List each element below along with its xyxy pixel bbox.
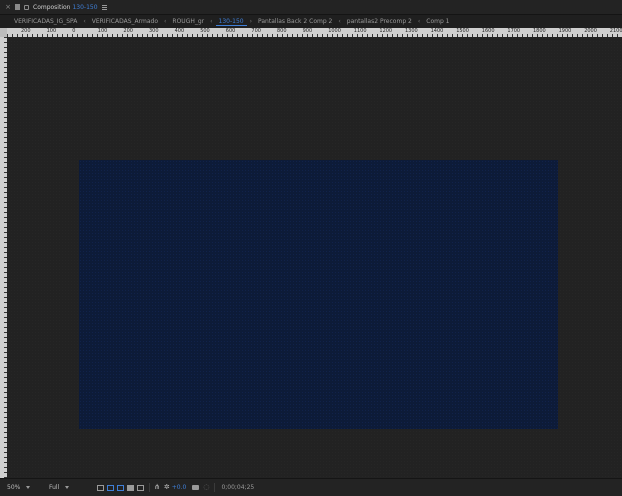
lock-icon[interactable] <box>24 4 29 10</box>
chevron-down-icon <box>26 486 31 489</box>
chevron-left-icon: ‹ <box>417 18 421 25</box>
ruler-labels: 200 100 0 100 200 300 400 500 600 700 800 900 1000 11… <box>7 28 622 34</box>
ruler-tick-label: 1600 <box>481 28 495 34</box>
ruler-tick-label: 500 <box>200 28 210 34</box>
crumb-130-150-active[interactable]: 130-150 <box>215 18 247 26</box>
resolution-dropdown[interactable]: Full <box>46 483 94 492</box>
chevron-left-icon: ‹ <box>164 18 167 25</box>
chevron-right-icon: › <box>249 18 253 25</box>
ruler-tick-label: 1200 <box>379 28 393 34</box>
crumb-verificadas-armado[interactable]: VERIFICADAS_Armado <box>89 18 161 25</box>
flowchart-icon[interactable]: ⋔ <box>154 484 160 491</box>
panel-header: × Composition 130-150 <box>0 0 622 15</box>
toolbar-divider <box>214 483 216 492</box>
magnification-dropdown[interactable]: 50% <box>4 483 40 492</box>
viewer-toolbar: 50% Full ⋔ ✲ +0.0 ◌ 0;00;04;25 <box>0 478 622 496</box>
close-icon[interactable]: × <box>5 4 11 11</box>
ruler-tick-label: 200 <box>123 28 133 34</box>
crumb-rough-gr[interactable]: ROUGH_gr <box>169 18 207 25</box>
ruler-tick-label: 600 <box>225 28 236 34</box>
ruler-tick-label: 700 <box>251 28 261 34</box>
horizontal-ruler[interactable]: 200 100 0 100 200 300 400 500 600 700 800 900 1000 11… <box>7 28 622 37</box>
ruler-tick-label: 1800 <box>533 28 546 34</box>
ruler-tick-label: 1100 <box>353 28 367 34</box>
ruler-tick-label: 1900 <box>558 28 572 34</box>
mask-visibility-icon[interactable] <box>127 484 134 491</box>
ruler-tick-label: 300 <box>149 28 159 34</box>
ruler-tick-label: 1700 <box>507 28 521 34</box>
panel-menu-icon[interactable] <box>101 4 107 10</box>
ruler-tick-label: 1300 <box>405 28 418 34</box>
chevron-left-icon: ‹ <box>210 18 213 25</box>
chevron-left-icon: ‹ <box>83 18 86 25</box>
chevron-left-icon: ‹ <box>338 18 341 25</box>
ruler-tick-label: 2000 <box>584 28 597 34</box>
ruler-tick-label: 100 <box>97 28 108 34</box>
transparency-grid-icon[interactable] <box>117 484 124 491</box>
current-time-display[interactable]: 0;00;04;25 <box>221 484 254 491</box>
ruler-tick-label: 0 <box>72 28 76 34</box>
ruler-tick-label: 2100 <box>609 28 622 34</box>
snapshot-camera-icon[interactable] <box>192 485 200 490</box>
ruler-corner[interactable] <box>0 28 7 37</box>
ruler-tick-label: 800 <box>277 28 287 34</box>
ruler-tick-label: 1400 <box>430 28 444 34</box>
exposure-icon[interactable]: ✲ <box>164 484 170 491</box>
show-snapshot-icon[interactable]: ◌ <box>203 484 209 491</box>
region-of-interest-icon[interactable] <box>107 484 114 491</box>
chevron-down-icon <box>65 486 70 489</box>
crumb-comp-1[interactable]: Comp 1 <box>423 18 452 25</box>
toolbar-divider <box>149 483 150 492</box>
crumb-pantallas-back-2-comp-2[interactable]: Pantallas Back 2 Comp 2 <box>255 18 335 25</box>
ruler-tick-label: 1500 <box>456 28 469 34</box>
resolution-value: Full <box>49 484 60 491</box>
composition-canvas[interactable] <box>79 160 558 429</box>
panel-comp-name[interactable]: 130-150 <box>72 4 97 11</box>
vertical-ruler[interactable] <box>0 37 7 478</box>
crumb-verificadas-ig-spa[interactable]: VERIFICADAS_IG_SPA <box>11 18 80 25</box>
composition-viewer[interactable] <box>7 37 622 478</box>
exposure-value[interactable]: +0.0 <box>172 484 187 491</box>
ruler-tick-label: 200 <box>21 28 31 34</box>
crumb-pantallas2-precomp-2[interactable]: pantallas2 Precomp 2 <box>344 18 415 25</box>
panel-title: Composition <box>33 3 71 11</box>
fit-frame-icon[interactable] <box>97 484 104 491</box>
comp-breadcrumb: VERIFICADAS_IG_SPA ‹ VERIFICADAS_Armado … <box>0 15 622 28</box>
magnification-value: 50% <box>7 484 21 491</box>
ruler-tick-label: 400 <box>174 28 185 34</box>
composition-icon <box>15 4 20 10</box>
ruler-tick-label: 1000 <box>328 28 341 34</box>
ruler-tick-label: 100 <box>46 28 57 34</box>
ruler-tick-label: 900 <box>302 28 313 34</box>
guides-icon[interactable] <box>137 484 144 491</box>
